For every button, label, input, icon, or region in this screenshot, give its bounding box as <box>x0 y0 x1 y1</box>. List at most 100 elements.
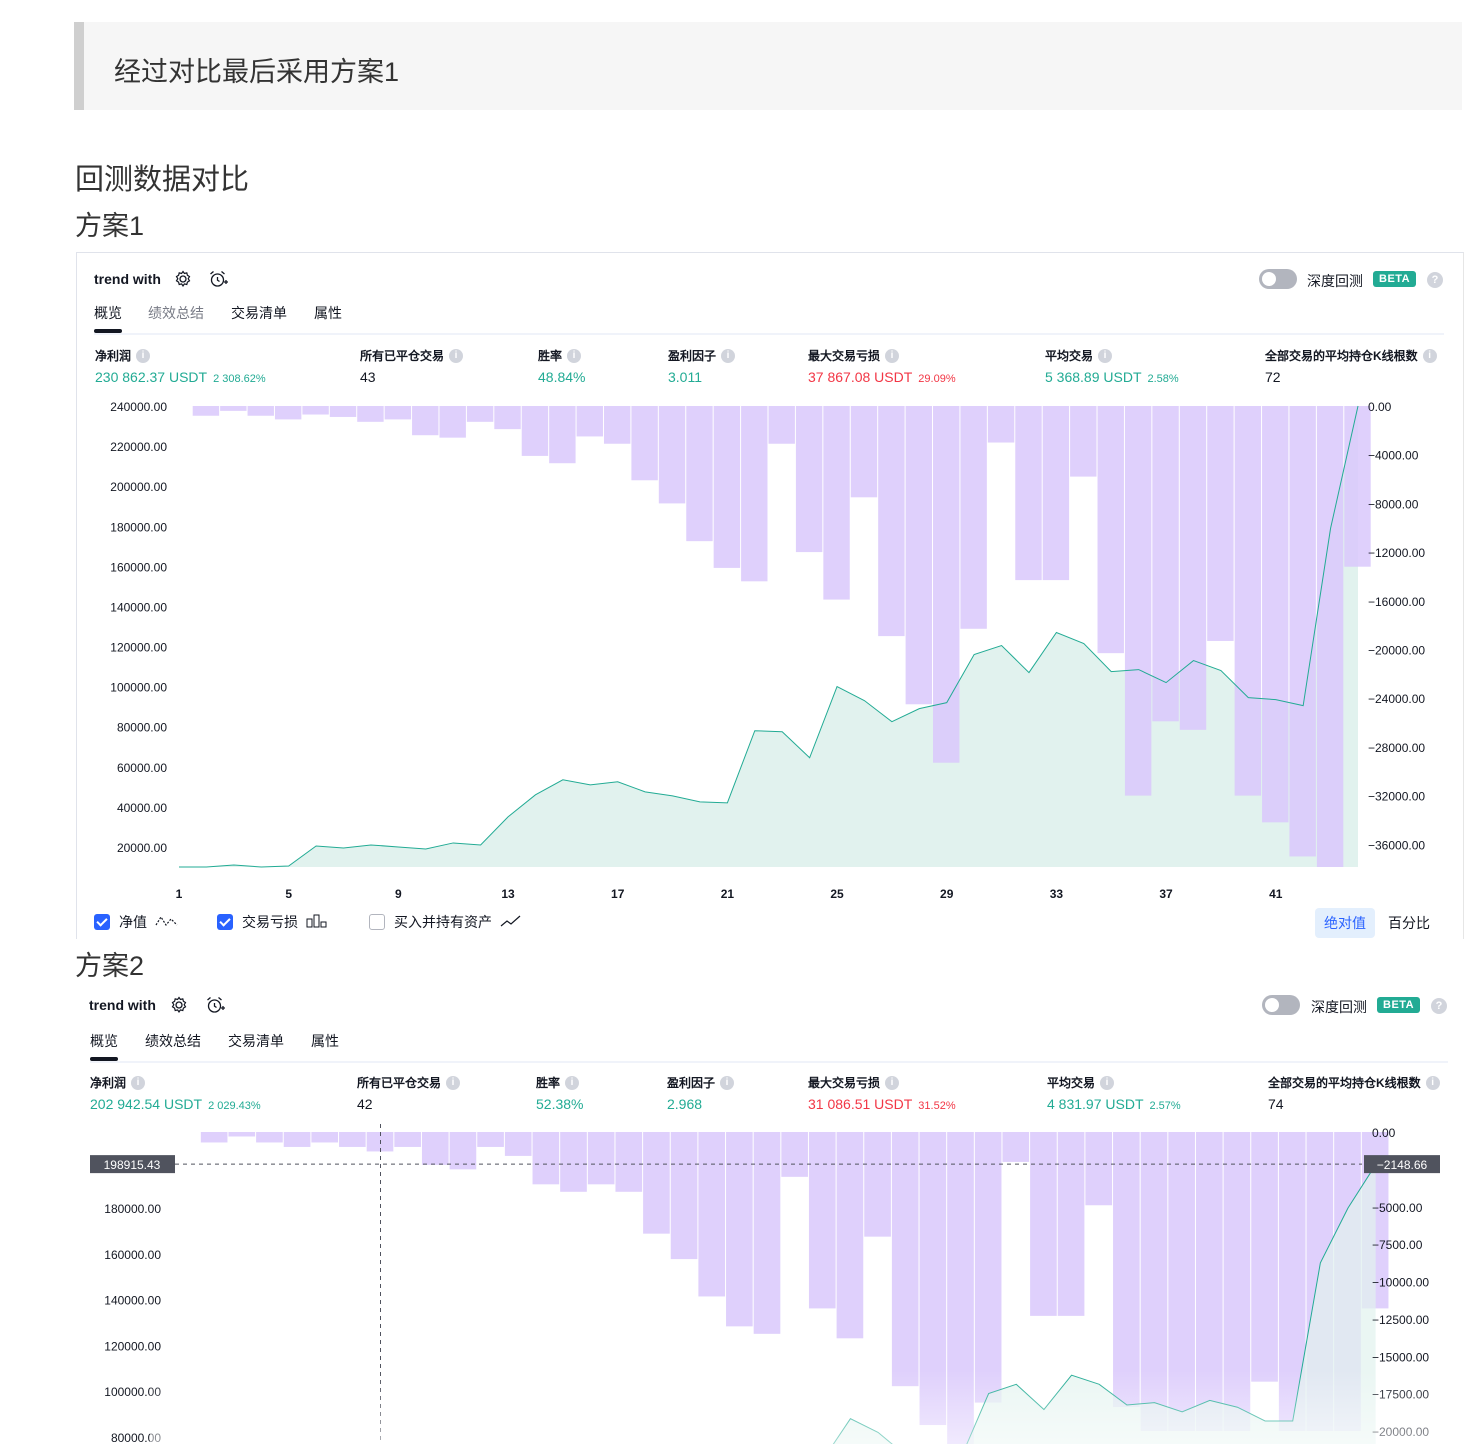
stat-3: 盈利因子 i 2.968 <box>667 1074 735 1112</box>
y-left-tick: 180000.00 <box>110 520 167 534</box>
deep-backtest-toggle[interactable] <box>1262 995 1300 1015</box>
drawdown-bar <box>658 406 686 504</box>
y-right-tick: −12500.00 <box>1372 1313 1429 1327</box>
tab-trade-list[interactable]: 交易清单 <box>231 303 287 323</box>
x-tick: 13 <box>501 887 515 901</box>
info-icon[interactable]: i <box>136 348 151 363</box>
legend-equity[interactable]: 净值 <box>94 912 179 932</box>
y-right-tick: −20000.00 <box>1368 643 1425 657</box>
info-icon[interactable]: i <box>1100 1075 1115 1090</box>
absolute-value-toggle[interactable]: 绝对值 <box>1315 908 1375 938</box>
settings-gear-icon[interactable] <box>173 269 193 289</box>
y-right-tick: −20000.00 <box>1372 1425 1429 1439</box>
drawdown-bar <box>741 406 768 582</box>
stat-label: 净利润 i <box>95 347 266 364</box>
info-icon[interactable]: i <box>885 1075 900 1090</box>
y-right-tick: −10000.00 <box>1372 1276 1429 1290</box>
stat-label: 所有已平仓交易 i <box>357 1074 461 1091</box>
info-icon[interactable]: i <box>446 1075 461 1090</box>
legend-drawdown[interactable]: 交易亏损 <box>217 912 328 932</box>
equity-drawdown-chart-1[interactable]: 240000.00220000.00200000.00180000.001600… <box>77 393 1461 913</box>
y-left-tick: 160000.00 <box>110 560 167 574</box>
x-tick: 29 <box>940 887 954 901</box>
stat-label: 盈利因子 i <box>668 347 736 364</box>
drawdown-bar <box>974 1132 1002 1403</box>
drawdown-bar <box>670 1132 698 1260</box>
stat-value: 202 942.54 USDT 2 029.43% <box>90 1096 261 1112</box>
deep-backtest-label: 深度回测 <box>1311 999 1367 1015</box>
drawdown-bar <box>532 1132 560 1185</box>
y-right-tick: 0.00 <box>1372 1126 1396 1140</box>
tab-properties[interactable]: 属性 <box>314 303 342 323</box>
drawdown-bar <box>864 1132 891 1237</box>
percent-toggle[interactable]: 百分比 <box>1379 908 1439 938</box>
stat-label: 最大交易亏损 i <box>808 1074 956 1091</box>
drawdown-bar <box>603 406 631 444</box>
drawdown-bar <box>504 1132 532 1156</box>
drawdown-bar <box>643 1132 670 1234</box>
stat-value: 31 086.51 USDT 31.52% <box>808 1096 956 1112</box>
y-right-tick: −12000.00 <box>1368 546 1425 560</box>
info-icon[interactable]: i <box>1098 348 1113 363</box>
help-icon[interactable]: ? <box>1427 272 1443 288</box>
drawdown-bar <box>394 1132 421 1147</box>
drawdown-bar <box>329 406 357 417</box>
drawdown-bar <box>1179 406 1207 730</box>
drawdown-bar <box>560 1132 587 1192</box>
equity-drawdown-chart-2[interactable]: 180000.00 160000.00 140000.00 120000.00 1000… <box>72 1124 1472 1444</box>
drawdown-bar <box>905 406 933 705</box>
deep-backtest-toggle[interactable] <box>1259 269 1297 289</box>
tab-performance[interactable]: 绩效总结 <box>148 303 204 323</box>
alarm-clock-icon[interactable] <box>205 995 225 1015</box>
tab-performance[interactable]: 绩效总结 <box>145 1031 201 1051</box>
stat-value: 3.011 <box>668 369 702 385</box>
info-icon[interactable]: i <box>565 1075 580 1090</box>
beta-badge: BETA <box>1373 271 1417 287</box>
info-icon[interactable]: i <box>567 348 582 363</box>
panel2-heading: 方案2 <box>75 951 145 981</box>
equity-checkbox[interactable] <box>94 914 110 930</box>
info-icon[interactable]: i <box>449 348 464 363</box>
strategy-name: trend with <box>89 997 156 1013</box>
legend-drawdown-label: 交易亏损 <box>242 914 298 930</box>
y-left-tick: 180000.00 <box>104 1202 161 1216</box>
drawdown-bar <box>795 406 823 553</box>
y-right-tick: −4000.00 <box>1368 449 1419 463</box>
tab-properties[interactable]: 属性 <box>311 1031 339 1051</box>
drawdown-bar <box>1085 1132 1113 1206</box>
drawdown-bar <box>1234 406 1262 796</box>
info-icon[interactable]: i <box>885 348 900 363</box>
tab-bar: 概览 绩效总结 交易清单 属性 <box>90 1031 1448 1063</box>
legend-buyhold[interactable]: 买入并持有资产 <box>369 912 522 932</box>
drawdown-checkbox[interactable] <box>217 914 233 930</box>
tab-overview[interactable]: 概览 <box>94 303 122 333</box>
drawdown-bar <box>256 1132 283 1143</box>
info-icon[interactable]: i <box>721 348 736 363</box>
drawdown-bar <box>339 1132 366 1147</box>
drawdown-bar <box>947 1132 974 1444</box>
tab-trade-list[interactable]: 交易清单 <box>228 1031 284 1051</box>
drawdown-bar <box>1057 1132 1085 1316</box>
buyhold-checkbox[interactable] <box>369 914 385 930</box>
y-right-tick: −8000.00 <box>1368 497 1419 511</box>
help-icon[interactable]: ? <box>1431 998 1447 1014</box>
tab-overview[interactable]: 概览 <box>90 1031 118 1061</box>
stat-label: 平均交易 i <box>1047 1074 1181 1091</box>
info-icon[interactable]: i <box>131 1075 146 1090</box>
stat-1: 所有已平仓交易 i 42 <box>357 1074 461 1112</box>
drawdown-bar <box>891 1132 919 1387</box>
trend-line-icon <box>500 914 522 931</box>
alarm-clock-icon[interactable] <box>208 269 228 289</box>
x-tick: 25 <box>830 887 844 901</box>
settings-gear-icon[interactable] <box>169 995 189 1015</box>
info-icon[interactable]: i <box>720 1075 735 1090</box>
y-right-tick: −5000.00 <box>1372 1201 1423 1215</box>
drawdown-bar <box>576 406 603 437</box>
stat-value: 37 867.08 USDT 29.09% <box>808 369 956 385</box>
stat-value: 5 368.89 USDT 2.58% <box>1045 369 1179 385</box>
info-icon[interactable]: i <box>1422 348 1437 363</box>
info-icon[interactable]: i <box>1425 1075 1440 1090</box>
stat-label: 所有已平仓交易 i <box>360 347 464 364</box>
y-right-tick: −36000.00 <box>1368 838 1425 852</box>
drawdown-bar <box>1113 1132 1140 1408</box>
